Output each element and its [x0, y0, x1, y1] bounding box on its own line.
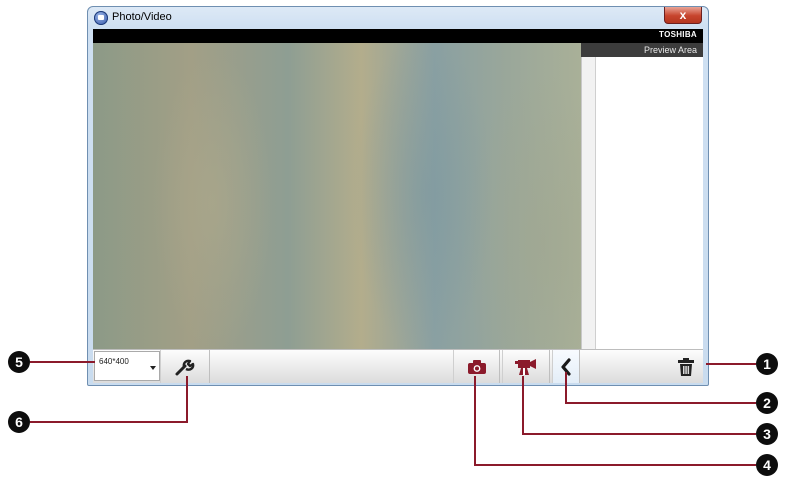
callout-4: 4 — [756, 454, 778, 476]
callout-2: 2 — [756, 392, 778, 414]
callout-line-6 — [30, 376, 188, 423]
callout-3: 3 — [756, 423, 778, 445]
callout-1: 1 — [756, 353, 778, 375]
callout-line-4 — [474, 376, 756, 466]
callout-line-2 — [565, 372, 756, 404]
callout-5: 5 — [8, 351, 30, 373]
callout-6: 6 — [8, 411, 30, 433]
callout-lines — [30, 361, 756, 466]
callout-line-3 — [522, 376, 756, 435]
